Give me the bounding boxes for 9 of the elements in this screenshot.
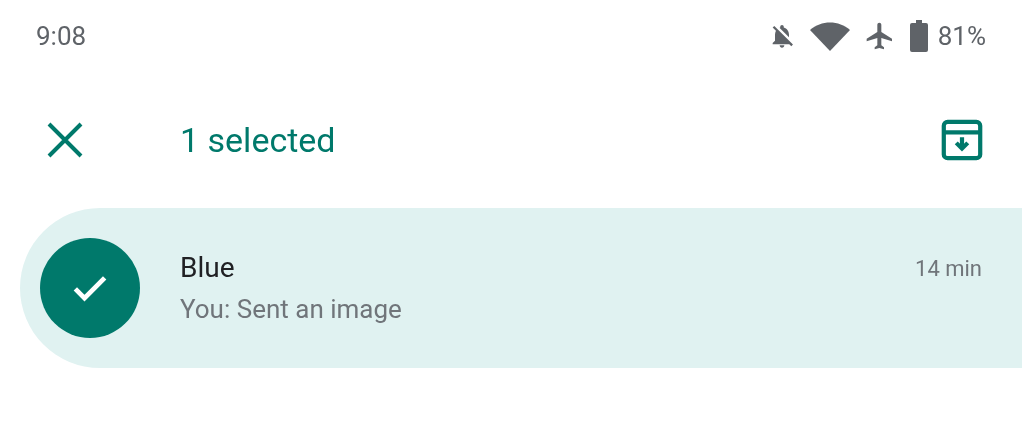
contact-name: Blue — [180, 250, 236, 286]
conversation-row[interactable]: Blue You: Sent an image 14 min — [20, 208, 1022, 368]
toolbar-title: 1 selected — [180, 118, 337, 162]
battery-icon — [909, 20, 928, 52]
battery-percent: 81% — [937, 19, 986, 53]
wifi-icon — [809, 21, 850, 51]
message-snippet: You: Sent an image — [180, 293, 403, 326]
status-time: 9:08 — [36, 19, 87, 53]
message-time: 14 min — [915, 255, 982, 283]
